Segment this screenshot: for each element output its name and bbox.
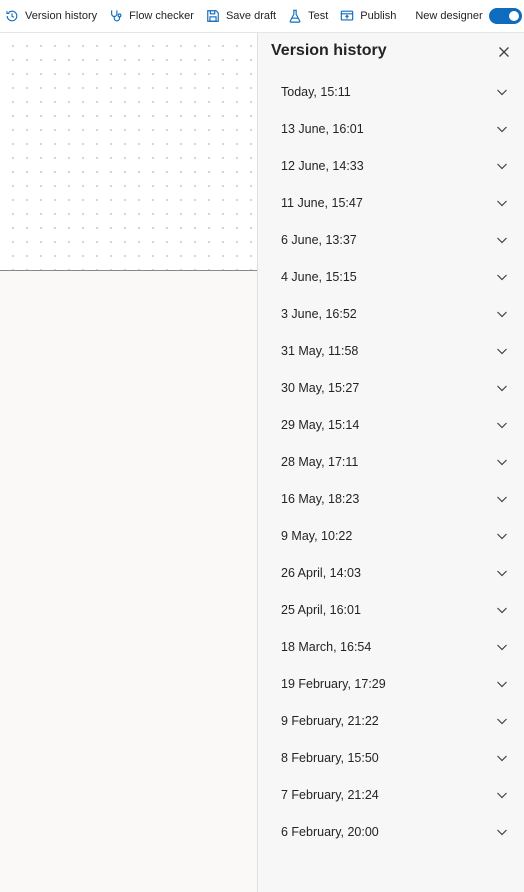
save-draft-label: Save draft	[225, 10, 277, 22]
chevron-down-icon[interactable]	[496, 86, 508, 98]
version-item[interactable]: 16 May, 18:23	[258, 480, 524, 517]
version-item[interactable]: 28 May, 17:11	[258, 443, 524, 480]
version-item-label: 6 February, 20:00	[281, 824, 379, 839]
chevron-down-icon[interactable]	[496, 197, 508, 209]
version-item[interactable]: 29 May, 15:14	[258, 406, 524, 443]
chevron-down-icon[interactable]	[496, 382, 508, 394]
chevron-down-icon[interactable]	[496, 160, 508, 172]
command-bar: Version history Flow checker Save draft …	[0, 0, 524, 33]
version-item-label: 26 April, 14:03	[281, 565, 361, 580]
version-item-label: 3 June, 16:52	[281, 306, 357, 321]
test-button[interactable]: Test	[283, 0, 328, 33]
version-item-label: 6 June, 13:37	[281, 232, 357, 247]
canvas-lower-area	[0, 271, 257, 892]
version-history-button[interactable]: Version history	[0, 0, 97, 33]
version-item-label: 28 May, 17:11	[281, 454, 359, 469]
publish-label: Publish	[360, 10, 397, 22]
history-icon	[6, 10, 18, 22]
version-item[interactable]: 26 April, 14:03	[258, 554, 524, 591]
new-designer-label: New designer	[415, 10, 483, 22]
flow-checker-button[interactable]: Flow checker	[104, 0, 194, 33]
close-icon[interactable]	[497, 45, 511, 59]
version-item[interactable]: 6 June, 13:37	[258, 221, 524, 258]
version-item-label: 29 May, 15:14	[281, 417, 360, 432]
new-designer-control: New designer	[415, 8, 522, 24]
version-item[interactable]: 6 February, 20:00	[258, 813, 524, 850]
flow-checker-label: Flow checker	[129, 10, 194, 22]
chevron-down-icon[interactable]	[496, 419, 508, 431]
chevron-down-icon[interactable]	[496, 456, 508, 468]
version-history-label: Version history	[25, 10, 98, 22]
version-item-label: 31 May, 11:58	[281, 343, 359, 358]
version-item[interactable]: 31 May, 11:58	[258, 332, 524, 369]
chevron-down-icon[interactable]	[496, 567, 508, 579]
version-item-label: 16 May, 18:23	[281, 491, 360, 506]
chevron-down-icon[interactable]	[496, 604, 508, 616]
version-item-label: 18 March, 16:54	[281, 639, 372, 654]
chevron-down-icon[interactable]	[496, 530, 508, 542]
version-item-label: 4 June, 15:15	[281, 269, 357, 284]
chevron-down-icon[interactable]	[496, 826, 508, 838]
chevron-down-icon[interactable]	[496, 271, 508, 283]
version-item[interactable]: 4 June, 15:15	[258, 258, 524, 295]
chevron-down-icon[interactable]	[496, 678, 508, 690]
test-label: Test	[308, 10, 329, 22]
chevron-down-icon[interactable]	[496, 752, 508, 764]
version-item-label: 19 February, 17:29	[281, 676, 386, 691]
version-list: Today, 15:11 13 June, 16:01 12 June, 14:33…	[258, 73, 524, 850]
version-item-label: Today, 15:11	[281, 84, 351, 99]
publish-icon	[341, 10, 354, 21]
version-item[interactable]: 18 March, 16:54	[258, 628, 524, 665]
chevron-down-icon[interactable]	[496, 641, 508, 653]
stethoscope-icon	[111, 10, 122, 22]
version-item[interactable]: 25 April, 16:01	[258, 591, 524, 628]
chevron-down-icon[interactable]	[496, 493, 508, 505]
version-item-label: 9 February, 21:22	[281, 713, 379, 728]
new-designer-toggle[interactable]	[488, 8, 522, 24]
publish-button[interactable]: Publish	[335, 0, 396, 33]
version-item[interactable]: 11 June, 15:47	[258, 184, 524, 221]
version-item-label: 8 February, 15:50	[281, 750, 379, 765]
version-item[interactable]: Today, 15:11	[258, 73, 524, 110]
version-item[interactable]: 7 February, 21:24	[258, 776, 524, 813]
save-draft-button[interactable]: Save draft	[201, 0, 276, 33]
version-item-label: 9 May, 10:22	[281, 528, 353, 543]
version-item[interactable]: 9 February, 21:22	[258, 702, 524, 739]
version-history-panel: Version history Today, 15:11 13 June, 16:…	[257, 33, 524, 892]
version-item[interactable]: 3 June, 16:52	[258, 295, 524, 332]
version-item[interactable]: 30 May, 15:27	[258, 369, 524, 406]
chevron-down-icon[interactable]	[496, 123, 508, 135]
version-item-label: 25 April, 16:01	[281, 602, 361, 617]
chevron-down-icon[interactable]	[496, 234, 508, 246]
chevron-down-icon[interactable]	[496, 345, 508, 357]
version-item-label: 12 June, 14:33	[281, 158, 364, 173]
version-item-label: 13 June, 16:01	[281, 121, 364, 136]
version-item[interactable]: 8 February, 15:50	[258, 739, 524, 776]
designer-canvas[interactable]	[0, 33, 257, 271]
toggle-knob	[508, 11, 519, 21]
chevron-down-icon[interactable]	[496, 308, 508, 320]
version-item-label: 11 June, 15:47	[281, 195, 363, 210]
flask-icon	[289, 9, 301, 23]
panel-title: Version history	[271, 42, 387, 59]
version-item[interactable]: 19 February, 17:29	[258, 665, 524, 702]
save-icon	[207, 10, 219, 22]
version-item-label: 7 February, 21:24	[281, 787, 379, 802]
chevron-down-icon[interactable]	[496, 789, 508, 801]
version-item[interactable]: 12 June, 14:33	[258, 147, 524, 184]
chevron-down-icon[interactable]	[496, 715, 508, 727]
version-item[interactable]: 9 May, 10:22	[258, 517, 524, 554]
version-item[interactable]: 13 June, 16:01	[258, 110, 524, 147]
version-item-label: 30 May, 15:27	[281, 380, 360, 395]
